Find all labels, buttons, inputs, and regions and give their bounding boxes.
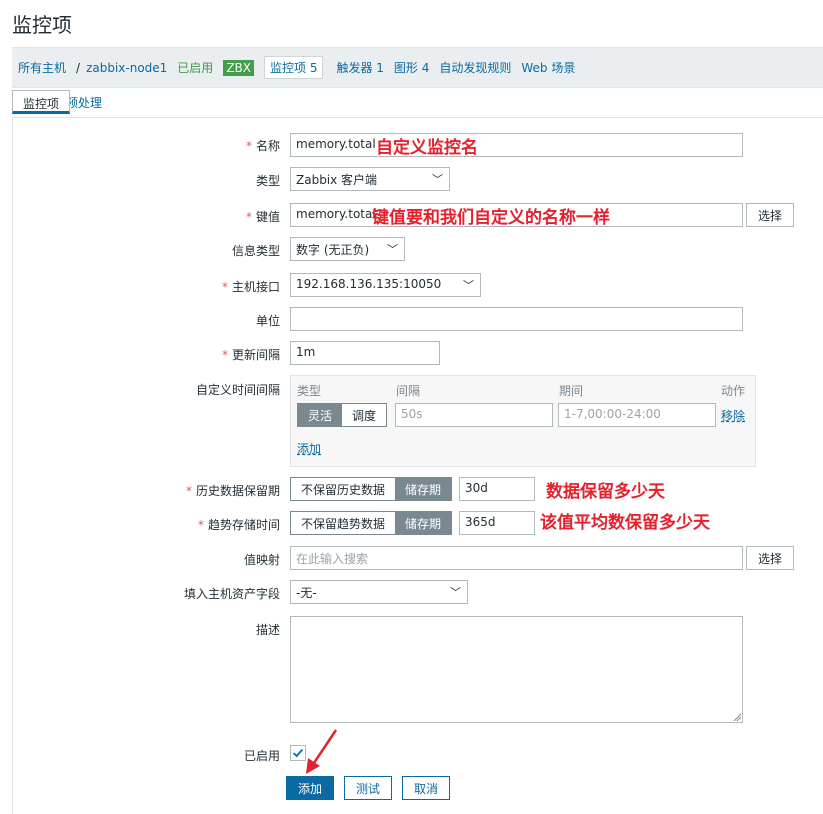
graphs-link[interactable]: 图形 4 (394, 59, 429, 76)
discovery-rules-link[interactable]: 自动发现规则 (439, 59, 511, 76)
trends-label: * 趋势存储时间 (197, 518, 280, 532)
history-label: * 历史数据保留期 (185, 484, 280, 498)
add-interval-link[interactable]: 添加 (297, 440, 321, 457)
flex-period-input[interactable]: 1-7,00:00-24:00 (558, 403, 716, 427)
test-button[interactable]: 测试 (344, 776, 392, 800)
host-navigation: 所有主机 / zabbix-node1 已启用 ZBX 监控项 5 触发器 1 … (12, 47, 823, 88)
name-annotation: 自定义监控名 (376, 138, 478, 158)
custom-intervals-table: 类型 间隔 期间 动作 灵活 调度 50s 1-7,00:00-24:00 移除… (290, 375, 756, 467)
chevron-down-icon: ﹀ (450, 586, 461, 599)
trends-storage-option[interactable]: 储存期 (395, 512, 452, 534)
breadcrumb-separator: / (76, 60, 81, 75)
interface-select-value: 192.168.136.135:10050 (296, 277, 442, 291)
enabled-label: 已启用 (243, 749, 280, 763)
tab-item[interactable]: 监控项 (12, 90, 71, 114)
items-link[interactable]: 监控项 5 (264, 56, 324, 79)
scheduling-option[interactable]: 调度 (342, 404, 387, 426)
col-period-header: 期间 (559, 384, 584, 398)
remove-interval-link[interactable]: 移除 (721, 407, 745, 424)
form-tabs: 监控项 标记 预处理 (12, 90, 112, 118)
valuemap-label: 值映射 (243, 553, 280, 567)
key-label: * 键值 (245, 210, 280, 224)
triggers-link[interactable]: 触发器 1 (336, 59, 383, 76)
interface-select[interactable]: 192.168.136.135:10050 ﹀ (290, 273, 481, 297)
key-annotation: 键值要和我们自定义的名称一样 (372, 208, 610, 228)
col-type-header: 类型 (297, 384, 322, 398)
type-select-value: Zabbix 客户端 (296, 173, 378, 187)
custom-intervals-label: 自定义时间间隔 (195, 383, 280, 397)
arrow-annotation-icon (306, 729, 338, 774)
all-hosts-link[interactable]: 所有主机 (18, 59, 66, 76)
page-title: 监控项 (12, 13, 72, 37)
info-type-select[interactable]: 数字 (无正负) ﹀ (290, 237, 405, 261)
trends-input[interactable]: 365d (459, 511, 535, 535)
flexible-option[interactable]: 灵活 (298, 404, 343, 426)
trends-annotation: 该值平均数保留多少天 (540, 513, 710, 533)
type-label: 类型 (255, 174, 280, 188)
description-label: 描述 (255, 623, 280, 637)
name-input[interactable]: memory.total (290, 133, 743, 157)
tab-divider (12, 117, 823, 118)
chevron-down-icon: ﹀ (432, 173, 443, 186)
host-status[interactable]: 已启用 (177, 59, 213, 76)
col-interval-header: 间隔 (396, 384, 421, 398)
panel-border (12, 118, 13, 814)
host-link[interactable]: zabbix-node1 (86, 61, 167, 75)
info-type-label: 信息类型 (231, 244, 280, 258)
key-select-button[interactable]: 选择 (746, 203, 794, 227)
history-storage-option[interactable]: 储存期 (395, 478, 452, 500)
interval-input[interactable]: 1m (290, 341, 440, 365)
interval-type-toggle: 灵活 调度 (297, 403, 388, 427)
history-no-keep-option[interactable]: 不保留历史数据 (291, 478, 396, 500)
col-action-header: 动作 (721, 384, 746, 398)
valuemap-select-button[interactable]: 选择 (746, 546, 794, 570)
history-annotation: 数据保留多少天 (546, 482, 665, 502)
name-label: * 名称 (245, 139, 280, 153)
flex-interval-input[interactable]: 50s (395, 403, 553, 427)
interval-label: * 更新间隔 (221, 348, 280, 362)
zbx-availability-badge: ZBX (223, 59, 254, 76)
description-textarea[interactable] (290, 616, 743, 723)
cancel-button[interactable]: 取消 (402, 776, 450, 800)
resize-grip-icon[interactable] (733, 713, 741, 721)
units-input[interactable] (290, 307, 743, 331)
type-select[interactable]: Zabbix 客户端 ﹀ (290, 167, 450, 191)
trends-no-keep-option[interactable]: 不保留趋势数据 (291, 512, 396, 534)
inventory-select-value: -无- (296, 586, 317, 600)
web-scenarios-link[interactable]: Web 场景 (521, 59, 575, 76)
chevron-down-icon: ﹀ (463, 279, 474, 292)
units-label: 单位 (255, 314, 280, 328)
interface-label: * 主机接口 (221, 280, 280, 294)
info-type-select-value: 数字 (无正负) (296, 243, 370, 257)
history-mode-toggle: 不保留历史数据 储存期 (290, 477, 453, 501)
add-button[interactable]: 添加 (286, 776, 334, 800)
inventory-label: 填入主机资产字段 (183, 587, 280, 601)
trends-mode-toggle: 不保留趋势数据 储存期 (290, 511, 453, 535)
chevron-down-icon: ﹀ (387, 243, 398, 256)
valuemap-search-input[interactable]: 在此输入搜索 (290, 546, 743, 570)
inventory-select[interactable]: -无- ﹀ (290, 580, 468, 604)
history-input[interactable]: 30d (459, 477, 535, 501)
